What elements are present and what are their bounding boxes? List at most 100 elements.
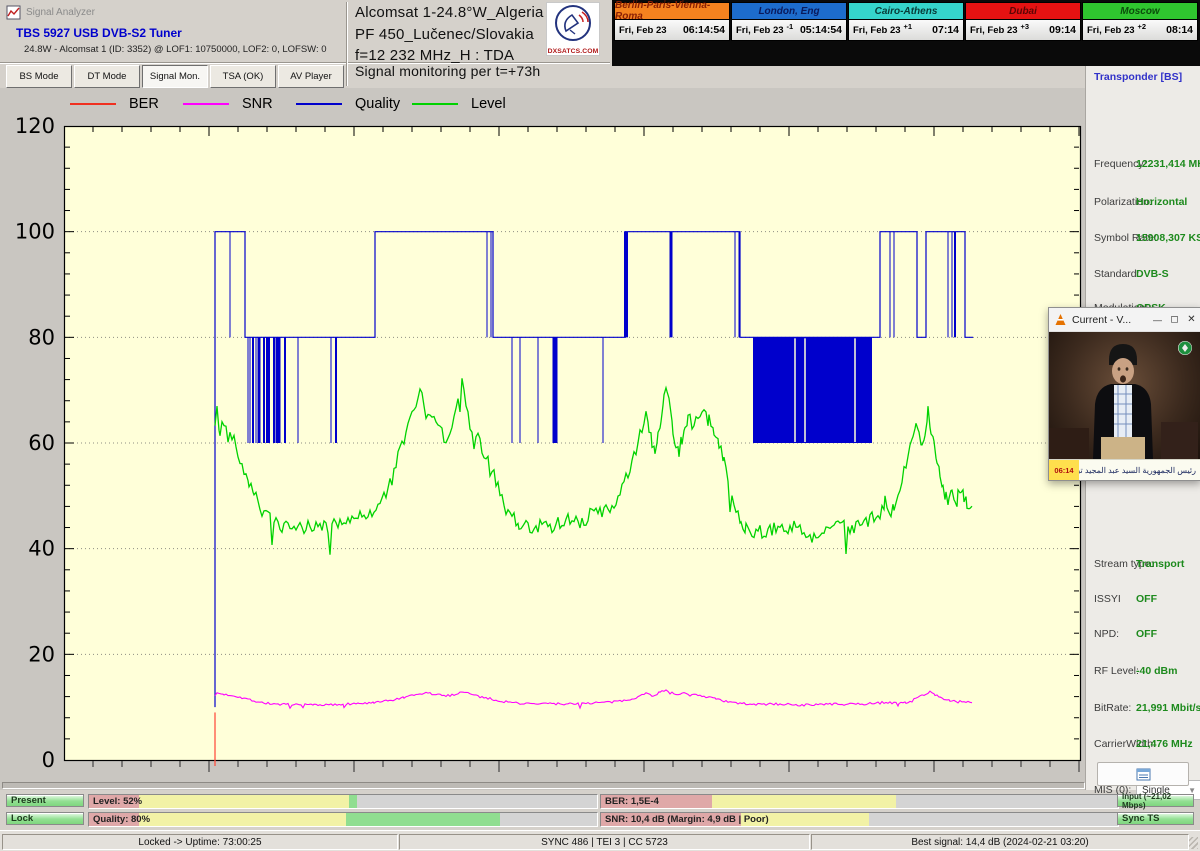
transponder-value-7: OFF: [1136, 593, 1157, 605]
mode-button-tsa-ok-[interactable]: TSA (OK): [210, 65, 276, 88]
video-frame[interactable]: [1049, 332, 1200, 459]
mode-button-signal-mon-[interactable]: Signal Mon.: [142, 65, 208, 88]
status-strip: Locked -> Uptime: 73:00:25SYNC 486 | TEI…: [0, 830, 1200, 851]
svg-text:20: 20: [28, 642, 55, 666]
clock-city: Dubai: [966, 3, 1080, 20]
clock-time: 05:14:54: [800, 24, 842, 36]
svg-text:100: 100: [15, 220, 55, 244]
clock-utc-offset: +1: [904, 22, 913, 31]
signal-bar-snr: SNR: 10,4 dB (Margin: 4,9 dB | Poor): [600, 812, 1119, 827]
transponder-value-1: Horizontal: [1136, 196, 1187, 208]
chart-scrollbar[interactable]: [2, 782, 1085, 789]
svg-text:0: 0: [42, 748, 55, 772]
transponder-value-10: 21,991 Mbit/s: [1136, 702, 1200, 714]
chart-panel: BERSNRQualityLevel 020406080100120: [0, 88, 1085, 790]
clock-time: 07:14: [932, 24, 959, 36]
status-cell-1: SYNC 486 | TEI 3 | CC 5723: [399, 834, 810, 850]
svg-text:60: 60: [28, 431, 55, 455]
mode-button-bs-mode[interactable]: BS Mode: [6, 65, 72, 88]
vlc-cone-icon: [1054, 313, 1067, 326]
video-scene: [1049, 332, 1198, 459]
status-pill-input-21-02-mbps-: Input (~21,02 Mbps): [1117, 794, 1194, 807]
status-pill-present: Present: [6, 794, 84, 807]
clock-berlin-paris-vienna-roma: Berlin-Paris-Vienna-Roma Fri, Feb 23 06:14…: [614, 2, 730, 41]
clock-moscow: Moscow Fri, Feb 23+2 08:14: [1082, 2, 1198, 41]
svg-text:80: 80: [28, 325, 55, 349]
signal-analyzer-app: { "window": { "title": "Signal Analyzer"…: [0, 0, 1200, 850]
channel-logo-icon: [1178, 341, 1192, 355]
bar-label: Quality: 80%: [93, 813, 150, 826]
person-figure: [1093, 344, 1153, 459]
bar-zone-segment: [346, 813, 500, 826]
clock-cairo-athens: Cairo-Athens Fri, Feb 23+1 07:14: [848, 2, 964, 41]
close-button[interactable]: ✕: [1183, 308, 1200, 331]
maximize-button[interactable]: ◻: [1166, 308, 1183, 331]
transponder-value-3: DVB-S: [1136, 268, 1169, 280]
tuner-name: TBS 5927 USB DVB-S2 Tuner: [16, 26, 182, 40]
clock-date: Fri, Feb 23: [619, 25, 667, 36]
clock-london-eng: London, EngFri, Feb 23-105:14:54: [731, 2, 847, 41]
video-title: Current - V...: [1072, 314, 1149, 326]
transponder-value-2: 15908,307 KS/s: [1136, 232, 1200, 244]
session-monitoring: Signal monitoring per t=+73h: [345, 63, 611, 85]
clock-city: Moscow: [1083, 3, 1197, 20]
mode-button-row: BS ModeDT ModeSignal Mon.TSA (OK)AV Play…: [6, 65, 346, 88]
transponder-value-0: 12231,414 MHz: [1136, 158, 1200, 170]
clock-utc-offset: -1: [787, 22, 794, 31]
transponder-value-9: -40 dBm: [1136, 665, 1177, 677]
svg-text:120: 120: [15, 114, 55, 138]
signal-bar-ber: BER: 1,5E-4: [600, 794, 1119, 809]
bar-zone-segment: [139, 795, 349, 808]
clock-date: Fri, Feb 23: [736, 25, 784, 36]
ticker-time: 06:14: [1049, 460, 1079, 480]
video-titlebar[interactable]: Current - V... — ◻ ✕: [1049, 308, 1200, 332]
clock-date: Fri, Feb 23: [853, 25, 901, 36]
transport-list-button[interactable]: [1097, 762, 1189, 786]
clock-time: 08:14: [1166, 24, 1193, 36]
transponder-value-6: Transport: [1136, 558, 1184, 570]
transponder-title: Transponder [BS]: [1094, 71, 1182, 83]
bar-zone-segment: [712, 795, 896, 808]
satellite-dish-icon: [548, 3, 598, 43]
clock-time: 09:14: [1049, 24, 1076, 36]
bar-label: BER: 1,5E-4: [605, 795, 659, 808]
minimize-button[interactable]: —: [1149, 308, 1166, 331]
signal-bar-level: Level: 52%: [88, 794, 598, 809]
world-clocks: Berlin-Paris-Vienna-Roma Fri, Feb 23 06:14…: [612, 0, 1200, 41]
clock-utc-offset: +2: [1138, 22, 1147, 31]
bar-zone-segment: [139, 813, 346, 826]
clock-date: Fri, Feb 23: [1087, 25, 1135, 36]
vlc-video-window: Current - V... — ◻ ✕: [1048, 307, 1200, 481]
status-cell-2: Best signal: 14,4 dB (2024-02-21 03:20): [811, 834, 1189, 850]
transponder-value-11: 21,476 MHz: [1136, 738, 1193, 750]
transponder-label-9: RF Level:: [1094, 665, 1139, 677]
svg-text:40: 40: [28, 537, 55, 561]
status-cell-0: Locked -> Uptime: 73:00:25: [2, 834, 398, 850]
bar-label: Level: 52%: [93, 795, 142, 808]
window-title: Signal Analyzer: [26, 7, 95, 18]
transponder-label-3: Standard:: [1094, 268, 1140, 280]
mode-button-dt-mode[interactable]: DT Mode: [74, 65, 140, 88]
clock-city: Cairo-Athens: [849, 3, 963, 20]
dxsatcs-logo: DXSATCS.COM: [546, 2, 600, 56]
tuner-info: 24.8W - Alcomsat 1 (ID: 3352) @ LOF1: 10…: [24, 44, 327, 55]
transport-list-icon: [1136, 768, 1151, 781]
signal-bar-quality: Quality: 80%: [88, 812, 598, 827]
news-ticker: 06:14 رئيس الجمهورية السيد عبد المجيد تب…: [1049, 459, 1200, 480]
status-pill-lock: Lock: [6, 812, 84, 825]
clock-utc-offset: +3: [1021, 22, 1030, 31]
clock-time: 06:14:54: [683, 24, 725, 36]
bar-label: SNR: 10,4 dB (Margin: 4,9 dB | Poor): [605, 813, 769, 826]
app-icon: [6, 5, 21, 20]
bar-zone-segment: [349, 795, 357, 808]
clock-city: Berlin-Paris-Vienna-Roma: [615, 3, 729, 20]
mode-button-av-player[interactable]: AV Player: [278, 65, 344, 88]
transponder-label-10: BitRate:: [1094, 702, 1131, 714]
clock-date: Fri, Feb 23: [970, 25, 1018, 36]
transponder-value-8: OFF: [1136, 628, 1157, 640]
clock-dubai: Dubai Fri, Feb 23+3 09:14: [965, 2, 1081, 41]
signal-monitoring-chart: 0 20 40 60 80 100 120: [0, 88, 1085, 780]
session-monitoring-wrap: Signal monitoring per t=+73h: [345, 63, 611, 85]
transponder-label-8: NPD:: [1094, 628, 1119, 640]
ticker-text: رئيس الجمهورية السيد عبد المجيد تبون: [1079, 466, 1200, 475]
